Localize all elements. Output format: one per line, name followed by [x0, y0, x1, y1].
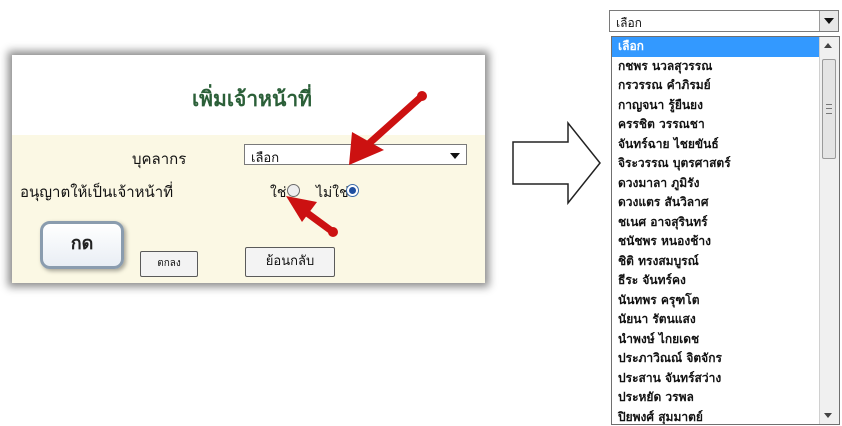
red-arrow-select — [349, 91, 427, 165]
dropdown-option[interactable]: ประหยัด วรพล — [612, 388, 820, 408]
dropdown-option[interactable]: กรวรรณ คำภิรมย์ — [612, 76, 820, 96]
dropdown-option[interactable]: ประสาน จันทร์สว่าง — [612, 369, 820, 389]
dropdown-option[interactable]: นัยนา รัตนแสง — [612, 310, 820, 330]
red-arrow-radio — [286, 196, 338, 237]
dropdown-option[interactable]: ชนัชพร หนองช้าง — [612, 232, 820, 252]
dropdown-option[interactable]: ดวงมาลา ภูมิรัง — [612, 174, 820, 194]
vertical-scrollbar[interactable] — [819, 37, 839, 424]
dropdown-option[interactable]: ชเนศ อาจสุรินทร์ — [612, 213, 820, 233]
dropdown-options: เลือก กชพร นวลสุวรรณ กรวรรณ คำภิรมย์ กาญ… — [612, 37, 820, 425]
scroll-up-icon[interactable] — [824, 43, 832, 48]
dropdown-option[interactable]: ธีระ จันทร์คง — [612, 271, 820, 291]
scroll-down-icon[interactable] — [824, 413, 832, 418]
right-arrow-icon — [512, 120, 601, 206]
dropdown-option[interactable]: กชพร นวลสุวรรณ — [612, 57, 820, 77]
dropdown-option[interactable]: ประภาวิณณ์ จิตจักร — [612, 349, 820, 369]
dropdown-option[interactable]: กาญจนา รู้ยืนยง — [612, 96, 820, 116]
dropdown-option[interactable]: นำพงษ์ ไกยเดช — [612, 330, 820, 350]
dropdown-option[interactable]: ดวงแตร สันวิลาศ — [612, 193, 820, 213]
dropdown-option[interactable]: เลือก — [612, 37, 820, 57]
chevron-down-icon[interactable] — [819, 11, 838, 31]
dropdown-selected-value: เลือก — [616, 16, 642, 30]
dropdown-option[interactable]: จิระวรรณ บุตรศาสตร์ — [612, 154, 820, 174]
dropdown-select[interactable]: เลือก — [609, 10, 839, 32]
scroll-thumb[interactable] — [822, 59, 836, 159]
dropdown-option[interactable]: นันทพร ครุฑโต — [612, 291, 820, 311]
dropdown-option[interactable]: ปิยพงศ์ สุมมาตย์ — [612, 408, 820, 425]
dropdown-list: เลือก กชพร นวลสุวรรณ กรวรรณ คำภิรมย์ กาญ… — [611, 36, 840, 425]
dropdown-option[interactable]: ชิติ ทรงสมบูรณ์ — [612, 252, 820, 272]
dropdown-option[interactable]: ครรชิต วรรณชา — [612, 115, 820, 135]
grip-icon — [826, 104, 832, 114]
dropdown-option[interactable]: จันทร์ฉาย ไชยขันธ์ — [612, 135, 820, 155]
